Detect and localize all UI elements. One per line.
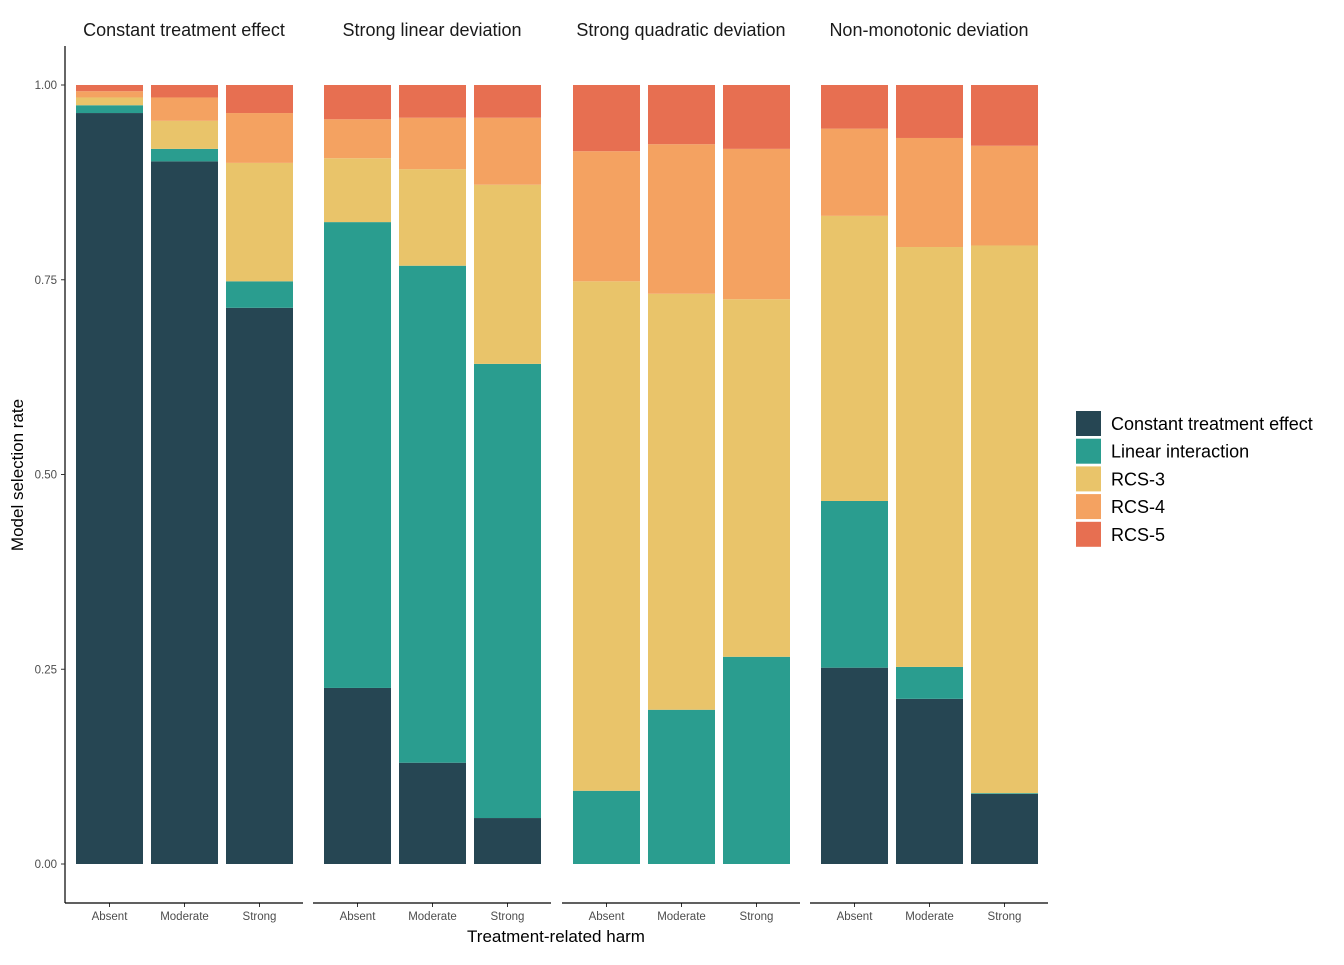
legend-swatch — [1076, 411, 1101, 436]
bar-segment — [573, 281, 640, 791]
bar-segment — [324, 687, 391, 864]
x-tick-label: Absent — [589, 911, 626, 923]
panel-1: Strong linear deviation Absent Moderate Str… — [313, 20, 551, 923]
bar-segment — [971, 793, 1038, 794]
bar-segment — [324, 158, 391, 223]
x-tick-label: Strong — [740, 911, 774, 923]
bar-segment — [821, 667, 888, 864]
x-tick-label: Absent — [92, 911, 129, 923]
y-axis: 0.00 0.25 0.50 0.75 1.00 — [35, 46, 66, 903]
bar-segment — [226, 113, 293, 163]
bar-segment — [76, 105, 143, 114]
x-tick-label: Absent — [837, 911, 874, 923]
legend-label: RCS-4 — [1111, 497, 1165, 517]
x-tick-label: Absent — [340, 911, 377, 923]
x-tick-label: Moderate — [408, 911, 457, 923]
x-axis-label: Treatment-related harm — [467, 927, 645, 946]
bar-segment — [399, 762, 466, 864]
bar-segment — [723, 148, 790, 300]
y-axis-label: Model selection rate — [8, 399, 27, 551]
bar-segment — [573, 151, 640, 282]
bar-segment — [821, 128, 888, 216]
bar-segment — [723, 299, 790, 657]
bar-segment — [76, 85, 143, 92]
bar-segment — [648, 709, 715, 864]
bar-segment — [896, 666, 963, 699]
bar-segment — [821, 215, 888, 501]
legend: Constant treatment effect Linear interact… — [1076, 411, 1313, 547]
bar-segment — [971, 793, 1038, 864]
y-tick-label: 0.75 — [35, 275, 57, 287]
bar-segment — [474, 184, 541, 364]
bar-segment — [723, 85, 790, 149]
bar-segment — [324, 119, 391, 159]
bar-segment — [399, 265, 466, 763]
bar-segment — [648, 144, 715, 294]
bar-segment — [76, 113, 143, 864]
x-tick-label: Moderate — [905, 911, 954, 923]
bar-segment — [226, 281, 293, 308]
bar-segment — [151, 148, 218, 162]
bar-segment — [324, 85, 391, 120]
panel-title: Non-monotonic deviation — [829, 20, 1028, 40]
bar-segment — [896, 247, 963, 667]
bar-segment — [474, 85, 541, 118]
bar-segment — [76, 97, 143, 106]
x-tick-label: Strong — [988, 911, 1022, 923]
legend-swatch — [1076, 494, 1101, 520]
panel-2: Strong quadratic deviation Absent Moderate… — [562, 20, 800, 923]
bar-segment — [573, 85, 640, 152]
bar-segment — [399, 117, 466, 170]
bar-segment — [896, 85, 963, 138]
bar-segment — [573, 790, 640, 864]
bar-segment — [151, 120, 218, 149]
bar-segment — [324, 222, 391, 688]
panel-title: Strong quadratic deviation — [576, 20, 785, 40]
panel-title: Constant treatment effect — [83, 20, 285, 40]
panel-3: Non-monotonic deviation Absent Moderate Str… — [810, 20, 1048, 923]
y-tick-label: 1.00 — [35, 80, 57, 92]
bar-segment — [648, 85, 715, 145]
x-tick-label: Strong — [243, 911, 277, 923]
legend-swatch — [1076, 521, 1101, 547]
bar-segment — [474, 818, 541, 864]
bar-segment — [971, 85, 1038, 146]
bar-segment — [399, 169, 466, 266]
bar-segment — [399, 85, 466, 118]
y-tick-label: 0.50 — [35, 470, 57, 482]
bar-segment — [474, 363, 541, 819]
panel-title: Strong linear deviation — [342, 20, 521, 40]
bar-segment — [821, 500, 888, 668]
bar-segment — [896, 698, 963, 864]
x-tick-label: Moderate — [657, 911, 706, 923]
legend-swatch — [1076, 466, 1101, 492]
legend-label: RCS-5 — [1111, 525, 1165, 545]
legend-swatch — [1076, 438, 1101, 464]
legend-label: Constant treatment effect — [1111, 414, 1313, 434]
y-tick-label: 0.25 — [35, 664, 57, 676]
bar-segment — [226, 162, 293, 282]
bar-segment — [474, 117, 541, 185]
bar-segment — [226, 85, 293, 114]
bar-segment — [648, 293, 715, 710]
y-tick-label: 0.00 — [35, 859, 57, 871]
bar-segment — [151, 85, 218, 98]
legend-label: Linear interaction — [1111, 442, 1249, 462]
bar-segment — [151, 161, 218, 865]
bar-segment — [76, 91, 143, 98]
bar-segment — [151, 97, 218, 121]
bar-segment — [896, 137, 963, 248]
panels: Constant treatment effectAbsent Moderate S… — [65, 20, 1048, 923]
x-tick-label: Strong — [491, 911, 525, 923]
panel-0: Constant treatment effect Absent Moderate S… — [65, 20, 303, 923]
legend-label: RCS-3 — [1111, 469, 1165, 489]
bar-segment — [226, 307, 293, 864]
bar-segment — [971, 145, 1038, 246]
faceted-stacked-bar-chart: Constant treatment effectAbsent Moderate S… — [8, 20, 1313, 946]
x-tick-label: Moderate — [160, 911, 209, 923]
bar-segment — [821, 85, 888, 129]
bar-segment — [723, 656, 790, 864]
bar-segment — [971, 245, 1038, 794]
